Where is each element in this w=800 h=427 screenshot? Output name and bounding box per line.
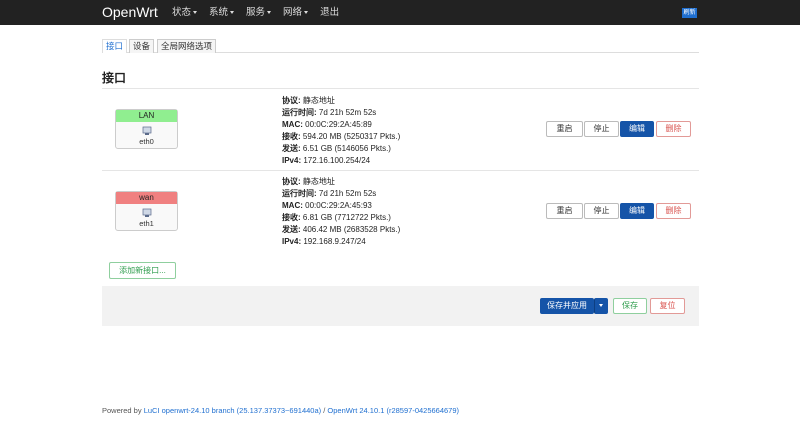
page-title: 接口 [102,71,127,85]
top-navbar: OpenWrt 状态 系统 服务 网络 退出 刷新 [0,0,800,25]
restart-button[interactable]: 重启 [546,203,583,219]
menu-system[interactable]: 系统 [209,7,235,19]
interface-name: LAN [116,110,177,122]
divider [102,88,699,89]
delete-button[interactable]: 删除 [656,121,691,137]
ethernet-port-icon [142,126,151,135]
tab-devices[interactable]: 设备 [129,39,155,53]
openwrt-link[interactable]: OpenWrt 24.10.1 (r28597-0425664679) [327,406,459,415]
interface-info-lan: 协议: 静态地址 运行时间: 7d 21h 52m 52s MAC: 00:0C… [282,96,401,165]
chevron-down-icon [304,10,309,14]
stop-button[interactable]: 停止 [584,203,619,219]
tab-bar: 接口 设备 全局网络选项 [102,39,699,53]
add-interface-button[interactable]: 添加新接口... [109,262,176,279]
interface-device: eth0 [139,137,154,146]
page-footer: Powered by LuCI openwrt-24.10 branch (25… [102,406,460,415]
action-bar [102,286,699,326]
save-apply-dropdown[interactable] [594,298,608,314]
menu-network[interactable]: 网络 [283,7,309,19]
interface-info-wan: 协议: 静态地址 运行时间: 7d 21h 52m 52s MAC: 00:0C… [282,177,401,246]
brand-logo[interactable]: OpenWrt [102,4,158,21]
chevron-down-icon [267,10,272,14]
edit-button[interactable]: 编辑 [620,121,654,137]
interface-device: eth1 [139,219,154,228]
tab-interfaces[interactable]: 接口 [102,39,128,53]
chevron-down-icon [230,10,235,14]
menu-status[interactable]: 状态 [172,7,198,19]
interface-badge-wan: wan eth1 [115,191,178,231]
menu-services[interactable]: 服务 [246,7,272,19]
chevron-down-icon [193,10,198,14]
edit-button[interactable]: 编辑 [620,203,654,219]
refresh-indicator[interactable]: 刷新 [682,8,697,18]
menu-logout[interactable]: 退出 [320,7,339,19]
reset-button[interactable]: 复位 [650,298,685,314]
luci-link[interactable]: LuCI openwrt-24.10 branch (25.137.37373~… [144,406,321,415]
main-menu: 状态 系统 服务 网络 退出 [172,7,351,19]
save-button[interactable]: 保存 [613,298,647,314]
interface-name: wan [116,192,177,204]
ethernet-port-icon [142,208,151,217]
stop-button[interactable]: 停止 [584,121,619,137]
divider [102,170,699,171]
restart-button[interactable]: 重启 [546,121,583,137]
interface-badge-lan: LAN eth0 [115,109,178,149]
save-apply-button[interactable]: 保存并应用 [540,298,594,314]
tab-global-options[interactable]: 全局网络选项 [157,39,217,53]
delete-button[interactable]: 删除 [656,203,691,219]
chevron-down-icon [599,304,603,308]
